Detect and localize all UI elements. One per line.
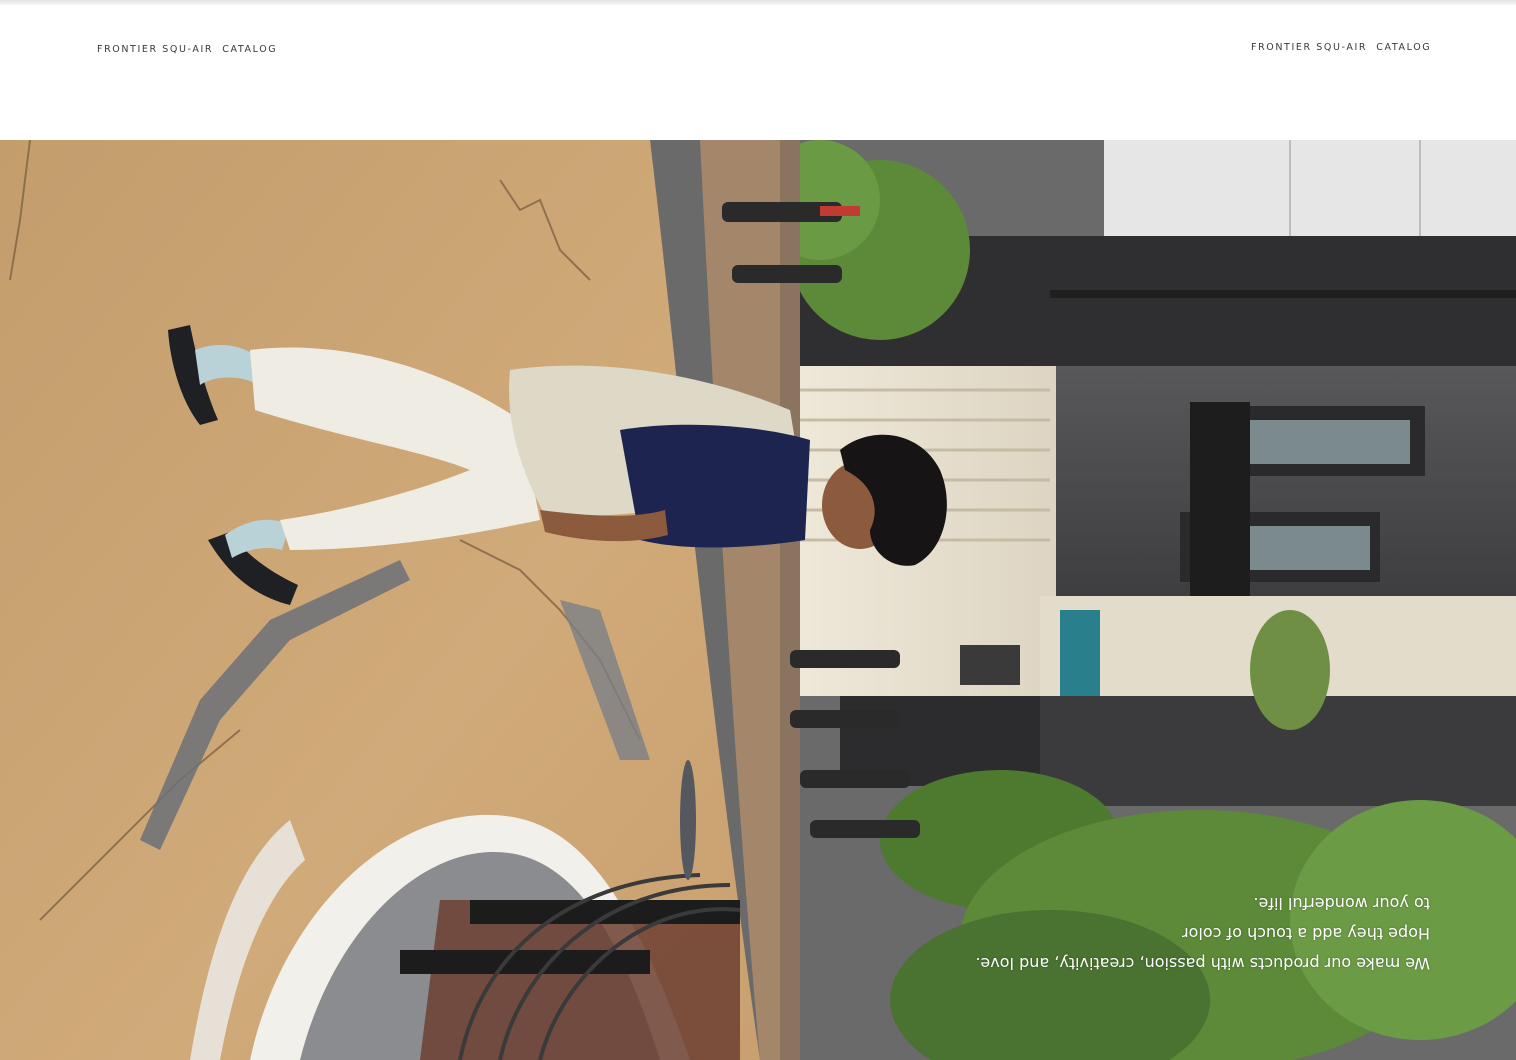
caption-line-1: We make our products with passion, creat… [975, 954, 1430, 973]
photo-caption: We make our products with passion, creat… [900, 888, 1430, 978]
caption-line-3: to your wonderful life. [1253, 894, 1430, 913]
catalog-header-left: FRONTIER SQU-AIR CATALOG [97, 44, 278, 55]
caption-line-2: Hope they add a touch of color [1182, 924, 1430, 943]
top-rule [0, 0, 1516, 5]
white-panel-building [1104, 140, 1516, 236]
catalog-header-right: FRONTIER SQU-AIR CATALOG [1251, 42, 1432, 53]
